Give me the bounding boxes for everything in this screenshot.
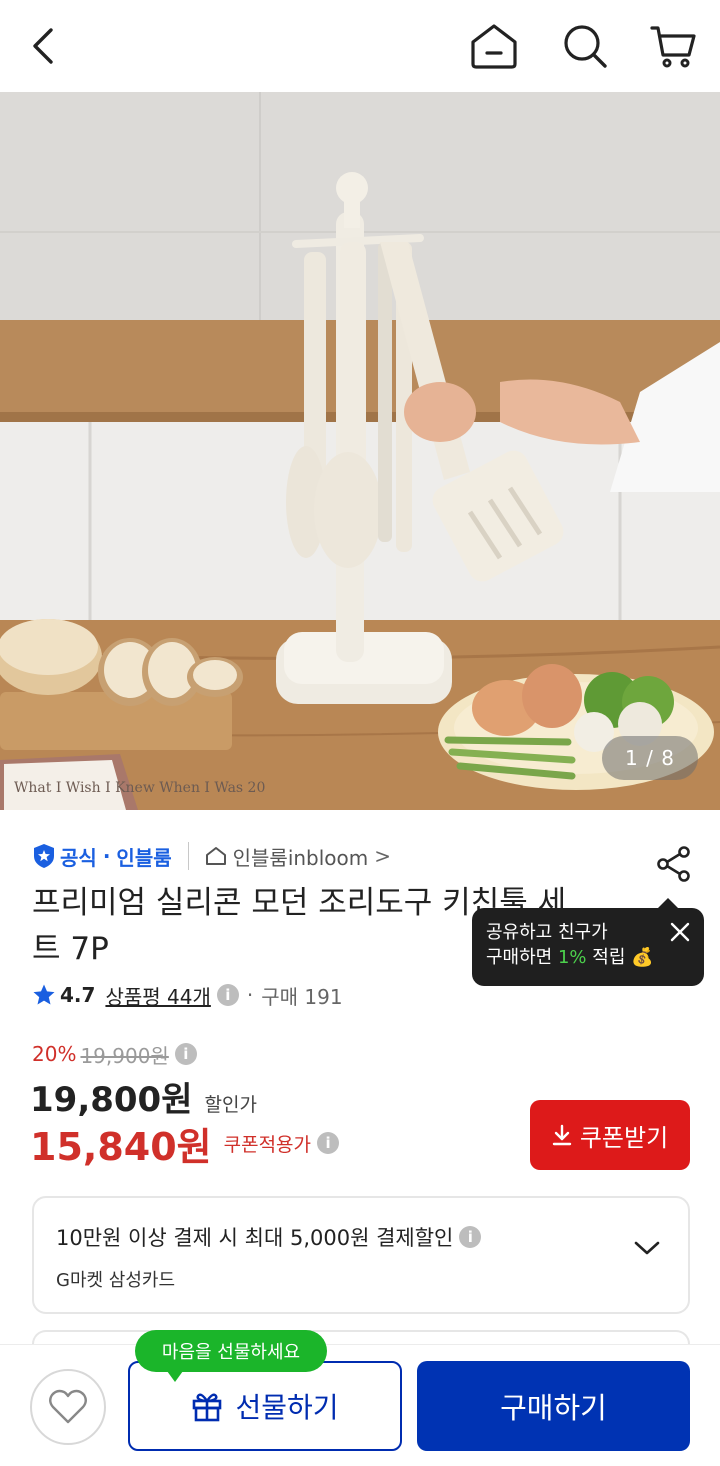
product-photo: What I Wish I Knew When I Was 20 <box>0 92 720 810</box>
seller-separator: · <box>102 844 111 868</box>
bottom-action-bar: 선물하기 구매하기 <box>0 1344 720 1466</box>
store-name: 인블룸inbloom <box>232 845 369 870</box>
info-icon[interactable]: i <box>317 1132 340 1154</box>
cart-button[interactable] <box>645 18 701 74</box>
star-icon <box>33 984 55 1005</box>
store-home-icon <box>205 847 226 865</box>
tooltip-line-1: 공유하고 친구가 <box>486 922 608 943</box>
product-image-carousel[interactable]: What I Wish I Knew When I Was 20 1 / 8 <box>0 92 720 810</box>
image-counter: 1 / 8 <box>602 736 698 780</box>
chevron-down-icon <box>634 1241 660 1255</box>
card-benefit-title-row: 10만원 이상 결제 시 최대 5,000원 결제할인 i <box>56 1222 482 1252</box>
official-badge: 공식 <box>32 842 97 871</box>
search-button[interactable] <box>557 18 613 74</box>
official-label: 공식 <box>60 845 97 870</box>
coupon-price-label: 쿠폰적용가 <box>223 1133 312 1156</box>
money-bag-icon: 💰 <box>631 947 654 968</box>
purchase-count: 구매 191 <box>261 984 343 1009</box>
buy-button[interactable]: 구매하기 <box>417 1361 690 1451</box>
tooltip-close-button[interactable] <box>668 920 692 944</box>
sale-price-label: 할인가 <box>204 1094 257 1116</box>
share-reward-tooltip: 공유하고 친구가 구매하면 1% 적립 💰 <box>472 898 704 986</box>
home-icon <box>471 24 517 69</box>
get-coupon-button[interactable]: 쿠폰받기 <box>530 1100 690 1170</box>
tooltip-line-2-prefix: 구매하면 <box>486 947 558 968</box>
brand-name-link[interactable]: 인블룸 <box>116 842 171 871</box>
heart-icon <box>49 1389 87 1424</box>
coupon-price: 15,840원 <box>30 1124 212 1169</box>
purchase-separator: · <box>246 983 254 1007</box>
review-count-link[interactable]: 상품평 44개 <box>105 981 210 1010</box>
rating-row: 4.7 상품평 44개 i · 구매 191 <box>32 978 343 1012</box>
top-app-bar <box>0 0 720 92</box>
seller-row: 공식 · 인블룸 인블룸inbloom > <box>32 838 391 874</box>
info-icon[interactable]: i <box>216 984 239 1006</box>
book-title-text: What I Wish I Knew When I Was 20 <box>14 780 265 796</box>
share-icon <box>657 846 690 882</box>
discount-percent: 20% <box>32 1042 77 1066</box>
home-button[interactable] <box>466 18 522 74</box>
gift-promo-bubble: 마음을 선물하세요 <box>135 1330 327 1382</box>
divider <box>187 842 189 870</box>
search-icon <box>564 25 607 68</box>
card-benefit-panel[interactable]: 10만원 이상 결제 시 최대 5,000원 결제할인 i G마켓 삼성카드 <box>32 1196 690 1314</box>
expand-button[interactable] <box>634 1240 660 1260</box>
sale-price: 19,800원 <box>30 1080 193 1120</box>
coupon-price-row: 15,840원 쿠폰적용가 i <box>30 1118 340 1169</box>
wishlist-button[interactable] <box>30 1369 106 1445</box>
official-shield-icon <box>34 844 54 868</box>
cart-icon <box>650 26 696 68</box>
get-coupon-label: 쿠폰받기 <box>579 1123 669 1152</box>
original-price: 19,900원 <box>80 1043 169 1068</box>
reward-percent: 1% <box>557 947 587 968</box>
tooltip-line-2: 구매하면 1% 적립 💰 <box>486 945 690 970</box>
gift-icon <box>193 1393 222 1422</box>
info-icon[interactable]: i <box>174 1043 197 1065</box>
download-icon <box>552 1124 572 1146</box>
store-link[interactable]: 인블룸inbloom > <box>205 842 391 871</box>
rating-score: 4.7 <box>60 983 96 1007</box>
sale-price-row: 19,800원 할인가 <box>30 1072 257 1120</box>
close-icon <box>670 922 690 942</box>
discount-row: 20% 19,900원 i <box>32 1040 197 1068</box>
chevron-left-icon <box>33 28 53 64</box>
chevron-right-icon: > <box>374 844 392 868</box>
gift-button-label: 선물하기 <box>235 1391 339 1424</box>
info-icon[interactable]: i <box>459 1226 482 1248</box>
tooltip-line-2-suffix: 적립 <box>586 947 626 968</box>
card-name: G마켓 삼성카드 <box>56 1270 176 1291</box>
back-button[interactable] <box>16 18 72 74</box>
share-button[interactable] <box>652 842 696 886</box>
card-benefit-title: 10만원 이상 결제 시 최대 5,000원 결제할인 <box>56 1226 454 1250</box>
